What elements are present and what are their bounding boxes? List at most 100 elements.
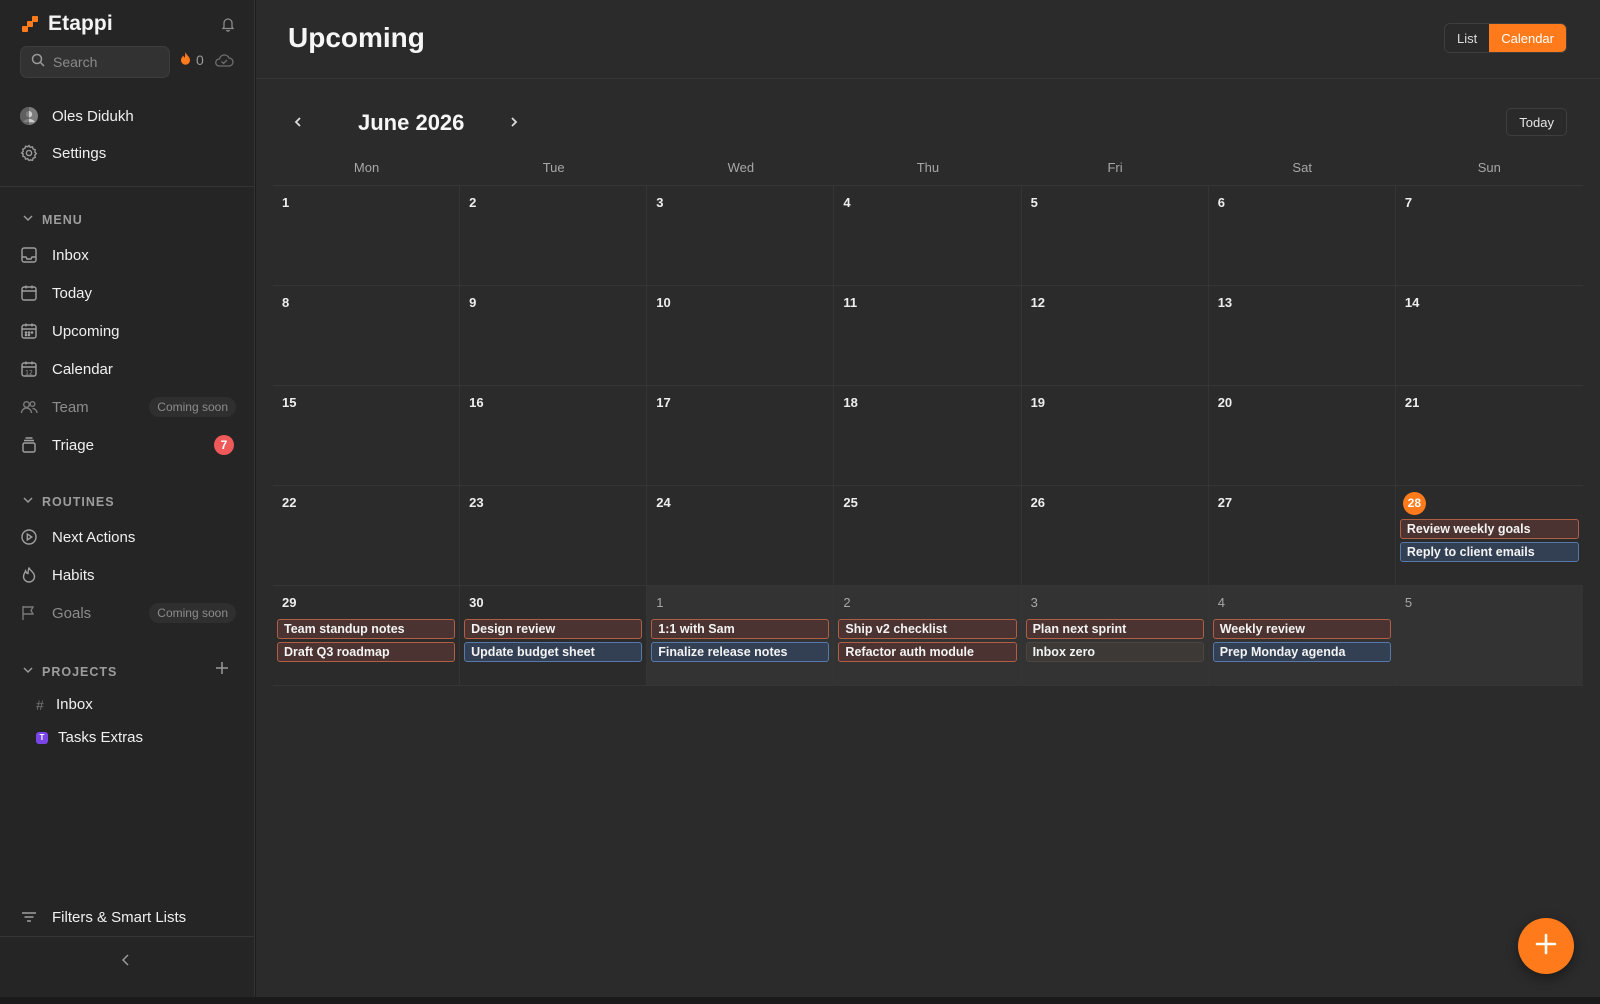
next-month-icon[interactable] — [506, 114, 522, 130]
day-cell[interactable]: 8 — [273, 286, 461, 386]
day-cell[interactable]: 4 Weekly review Prep Monday agenda — [1208, 586, 1396, 686]
routines-section-toggle[interactable]: ROUTINES — [22, 494, 115, 509]
day-cell[interactable]: 29 Team standup notes Draft Q3 roadmap — [273, 586, 461, 686]
calendar-icon: 12 — [20, 360, 38, 378]
day-cell[interactable]: 5 — [1021, 186, 1209, 286]
day-cell[interactable]: 10 — [647, 286, 835, 386]
day-number: 4 — [1217, 595, 1225, 610]
calendar-event[interactable]: Finalize release notes — [651, 642, 830, 662]
project-item-inbox[interactable]: # Inbox — [36, 696, 93, 713]
day-cell[interactable]: 7 — [1395, 186, 1583, 286]
day-cell[interactable]: 17 — [647, 386, 835, 486]
main-panel: Upcoming List Calendar June 2026 Today M… — [256, 0, 1600, 997]
sidebar-item-label: Calendar — [52, 360, 113, 378]
prev-month-icon[interactable] — [290, 114, 306, 130]
streak-counter[interactable]: 0 — [180, 52, 204, 68]
sidebar-item-team[interactable]: Team Coming soon — [20, 392, 236, 422]
calendar-event[interactable]: Ship v2 checklist — [838, 619, 1017, 639]
today-button[interactable]: Today — [1506, 108, 1567, 136]
day-cell[interactable]: 2 Ship v2 checklist Refactor auth module — [834, 586, 1022, 686]
day-cell[interactable]: 14 — [1395, 286, 1583, 386]
day-cell[interactable]: 26 — [1021, 486, 1209, 586]
day-cell[interactable]: 28 Review weekly goals Reply to client ema… — [1395, 486, 1583, 586]
search-box[interactable] — [20, 46, 170, 78]
calendar-event[interactable]: Plan next sprint — [1025, 619, 1204, 639]
sidebar-item-habits[interactable]: Habits — [20, 560, 236, 590]
day-cell[interactable]: 1 — [273, 186, 461, 286]
flame-icon — [180, 52, 191, 68]
day-cell[interactable]: 3 Plan next sprint Inbox zero — [1021, 586, 1209, 686]
day-cell[interactable]: 5 — [1395, 586, 1583, 686]
day-cell[interactable]: 15 — [273, 386, 461, 486]
day-cell[interactable]: 9 — [460, 286, 648, 386]
day-cell[interactable]: 21 — [1395, 386, 1583, 486]
weekday-label: Tue — [542, 160, 565, 175]
day-cell[interactable]: 12 — [1021, 286, 1209, 386]
sidebar-item-goals[interactable]: Goals Coming soon — [20, 598, 236, 628]
triage-count-badge: 7 — [214, 435, 234, 455]
day-cell[interactable]: 2 — [460, 186, 648, 286]
projects-section-toggle[interactable]: PROJECTS — [22, 664, 117, 679]
calendar-event[interactable]: Draft Q3 roadmap — [277, 642, 456, 662]
header-divider — [256, 78, 1600, 79]
day-cell[interactable]: 22 — [273, 486, 461, 586]
calendar-event[interactable]: Team standup notes — [277, 619, 456, 639]
calendar-event[interactable]: 1:1 with Sam — [651, 619, 830, 639]
day-cell[interactable]: 3 — [647, 186, 835, 286]
search-input[interactable] — [53, 54, 153, 70]
day-cell[interactable]: 11 — [834, 286, 1022, 386]
inbox-icon — [20, 246, 38, 264]
settings-item[interactable]: Settings — [20, 138, 236, 168]
day-number: 3 — [1030, 595, 1038, 610]
project-label: Tasks Extras — [58, 729, 144, 746]
add-task-button[interactable] — [1518, 918, 1574, 974]
day-cell[interactable]: 13 — [1208, 286, 1396, 386]
day-number: 1 — [282, 195, 290, 210]
bell-icon[interactable] — [220, 16, 238, 34]
day-number: 5 — [1030, 195, 1038, 210]
calendar-event[interactable]: Prep Monday agenda — [1212, 642, 1391, 662]
play-circle-icon — [20, 528, 38, 546]
view-list-button[interactable]: List — [1445, 24, 1490, 52]
calendar-event[interactable]: Review weekly goals — [1399, 519, 1579, 539]
sidebar-item-triage[interactable]: Triage 7 — [20, 430, 236, 460]
calendar-event[interactable]: Inbox zero — [1025, 642, 1204, 662]
bottom-edge — [0, 997, 1600, 1004]
day-cell[interactable]: 4 — [834, 186, 1022, 286]
weekday-label: Mon — [353, 160, 380, 175]
day-cell[interactable]: 16 — [460, 386, 648, 486]
day-cell[interactable]: 18 — [834, 386, 1022, 486]
day-cell[interactable]: 19 — [1021, 386, 1209, 486]
day-cell[interactable]: 27 — [1208, 486, 1396, 586]
project-item-tasks-extras[interactable]: T Tasks Extras — [36, 729, 143, 746]
day-cell[interactable]: 1 1:1 with Sam Finalize release notes — [647, 586, 835, 686]
cloud-sync-icon[interactable] — [214, 53, 234, 72]
collapse-sidebar-icon[interactable] — [118, 952, 134, 968]
day-cell[interactable]: 20 — [1208, 386, 1396, 486]
menu-section-toggle[interactable]: MENU — [22, 212, 83, 227]
view-calendar-button[interactable]: Calendar — [1489, 24, 1566, 52]
sidebar-item-upcoming[interactable]: Upcoming — [20, 316, 236, 346]
brand[interactable]: Etappi — [22, 12, 113, 36]
day-cell[interactable]: 25 — [834, 486, 1022, 586]
sidebar-item-inbox[interactable]: Inbox — [20, 240, 236, 270]
sidebar-item-today[interactable]: Today — [20, 278, 236, 308]
user-profile[interactable]: Oles Didukh — [20, 101, 236, 131]
day-cell[interactable]: 24 — [647, 486, 835, 586]
calendar-event[interactable]: Reply to client emails — [1399, 542, 1579, 562]
add-project-icon[interactable] — [214, 660, 230, 676]
calendar-event[interactable]: Update budget sheet — [464, 642, 643, 662]
calendar-event[interactable]: Refactor auth module — [838, 642, 1017, 662]
calendar-event[interactable]: Weekly review — [1212, 619, 1391, 639]
day-cell[interactable]: 30 Design review Update budget sheet — [460, 586, 648, 686]
filters-smart-lists[interactable]: Filters & Smart Lists — [20, 902, 236, 932]
coming-soon-tag: Coming soon — [149, 603, 236, 623]
day-number: 19 — [1030, 395, 1046, 410]
calendar-event[interactable]: Design review — [464, 619, 643, 639]
sidebar-item-next-actions[interactable]: Next Actions — [20, 522, 236, 552]
month-label: June 2026 — [358, 110, 465, 135]
day-cell[interactable]: 6 — [1208, 186, 1396, 286]
sidebar-item-label: Upcoming — [52, 322, 120, 340]
sidebar-item-calendar[interactable]: 12 Calendar — [20, 354, 236, 384]
day-cell[interactable]: 23 — [460, 486, 648, 586]
